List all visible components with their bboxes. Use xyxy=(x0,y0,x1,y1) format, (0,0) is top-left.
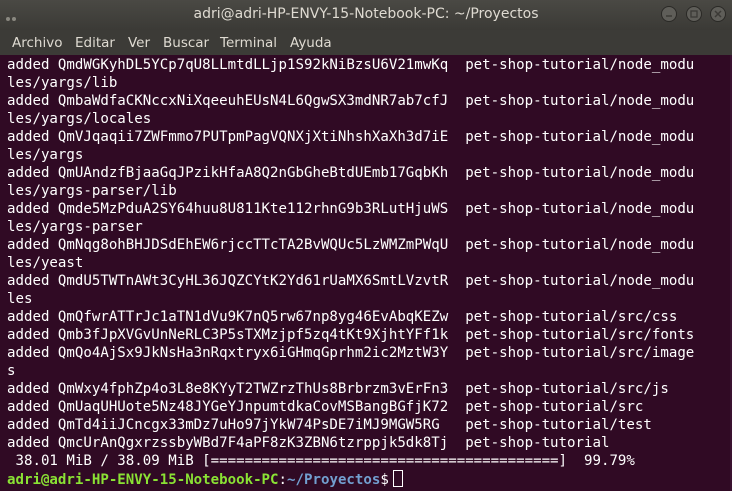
text-cursor[interactable] xyxy=(392,470,403,487)
output-line: les/yargs/lib xyxy=(7,75,118,91)
output-line: added QmWxy4fphZp4o3L8e8KYyT2TWZrzThUs8B… xyxy=(7,381,669,397)
menu-editar[interactable]: Editar xyxy=(75,35,115,51)
prompt-path: ~/Proyectos xyxy=(287,472,381,488)
maximize-icon[interactable] xyxy=(685,6,702,22)
menu-terminal[interactable]: Terminal xyxy=(220,35,277,51)
menu-archivo[interactable]: Archivo xyxy=(12,35,62,51)
title-bar[interactable]: adri@adri-HP-ENVY-15-Notebook-PC: ~/Proy… xyxy=(0,0,732,30)
prompt-user-host: adri@adri-HP-ENVY-15-Notebook-PC xyxy=(7,472,279,488)
output-line: added QmQo4AjSx9JkNsHa3nRqxtryx6iGHmqGpr… xyxy=(7,345,695,361)
window-title: adri@adri-HP-ENVY-15-Notebook-PC: ~/Proy… xyxy=(193,6,539,22)
prompt-line[interactable]: adri@adri-HP-ENVY-15-Notebook-PC:~/Proye… xyxy=(7,470,403,488)
output-line: added Qmb3fJpXVGvUnNeRLC3P5sTXMzjpf5zq4t… xyxy=(7,327,695,343)
output-line: les/yargs-parser/lib xyxy=(7,183,177,199)
output-line: added QmTd4iiJCncgx33mDz7uHo97jYkW74PsDE… xyxy=(7,417,652,433)
prompt-separator: : xyxy=(278,472,288,488)
output-line: les/yargs-parser xyxy=(7,219,143,235)
close-icon[interactable] xyxy=(710,6,726,22)
output-line: added QmQfwrATTrJc1aTN1dVu9K7nQ5rw67np8y… xyxy=(7,309,678,325)
terminal-output[interactable]: added QmdWGKyhDL5YCp7qU8LLmtdLLjp1S92kNi… xyxy=(0,55,732,491)
output-line: s xyxy=(7,363,16,379)
output-line: added QmUAndzfBjaaGqJPzikHfaA8Q2nGbGheBt… xyxy=(7,165,695,181)
output-line: added QmUaqUHUote5Nz48JYGeYJnpumtdkaCovM… xyxy=(7,399,644,415)
output-line: added QmcUrAnQgxrzssbyWBd7F4aPF8zK3ZBN6t… xyxy=(7,435,610,451)
output-line: added QmdWGKyhDL5YCp7qU8LLmtdLLjp1S92kNi… xyxy=(7,57,695,73)
output-line: added QmbaWdfaCKNccxNiXqeeuhEUsN4L6QgwSX… xyxy=(7,93,695,109)
terminal-window: adri@adri-HP-ENVY-15-Notebook-PC: ~/Proy… xyxy=(0,0,732,491)
output-line: les xyxy=(7,291,33,307)
prompt-symbol: $ xyxy=(380,472,389,488)
output-line: added QmdU5TWTnAWt3CyHL36JQZCYtK2Yd61rUa… xyxy=(7,273,695,289)
minimize-icon[interactable] xyxy=(661,6,678,22)
output-line: added Qmde5MzPduA2SY64huu8U811Kte112rhnG… xyxy=(7,201,695,217)
progress-line: 38.01 MiB / 38.09 MiB [=================… xyxy=(7,453,635,469)
menu-buscar[interactable]: Buscar xyxy=(163,35,209,51)
output-line: les/yargs/locales xyxy=(7,111,152,127)
output-line: les/yargs xyxy=(7,147,84,163)
menu-bar: Archivo Editar Ver Buscar Terminal Ayuda xyxy=(0,30,732,55)
menu-ayuda[interactable]: Ayuda xyxy=(290,35,332,51)
output-line: added QmNqg8ohBHJDSdEhEW6rjccTTcTA2BvWQU… xyxy=(7,237,695,253)
menu-ver[interactable]: Ver xyxy=(128,35,150,51)
output-line: les/yeast xyxy=(7,255,84,271)
window-controls xyxy=(657,6,726,26)
output-line: added QmVJqaqii7ZWFmmo7PUTpmPagVQNXjXtiN… xyxy=(7,129,695,145)
